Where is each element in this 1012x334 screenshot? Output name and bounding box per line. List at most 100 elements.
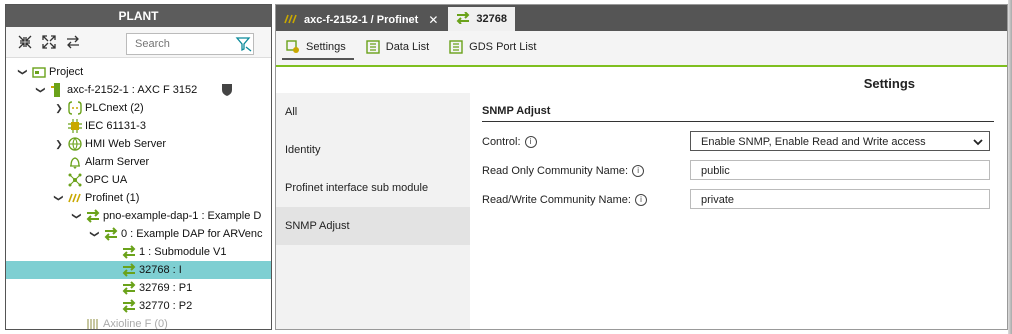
tree-node-label: 1 : Submodule V1 (139, 246, 227, 258)
chevron-down-icon[interactable] (973, 132, 983, 159)
tree-node-label: 0 : Example DAP for ARVenc (121, 228, 263, 240)
device-arrows-icon (86, 209, 100, 223)
tree-node-label: OPC UA (85, 174, 128, 186)
tree-node-label: Alarm Server (85, 156, 150, 168)
collapse-all-icon[interactable] (16, 33, 34, 51)
tab-settings[interactable]: Settings (282, 36, 354, 60)
tab-data-list[interactable]: Data List (362, 36, 437, 60)
device-arrows-icon (122, 245, 136, 259)
doc-tab-label: 32768 (476, 13, 507, 25)
close-icon[interactable]: ✕ (428, 13, 438, 27)
tree-node-label: Profinet (1) (85, 192, 140, 204)
device-arrows-icon (104, 227, 118, 241)
list-icon (449, 40, 463, 54)
chevron-down-icon[interactable]: ❯ (50, 193, 68, 203)
controller-icon (50, 83, 64, 97)
settings-gear-icon (286, 40, 300, 54)
tree-node[interactable]: Axioline F (0) (6, 315, 271, 330)
plant-panel-title: PLANT (6, 5, 271, 27)
filter-icon[interactable] (235, 35, 253, 53)
control-select-value: Enable SNMP, Enable Read and Write acces… (701, 136, 926, 148)
chip-icon (68, 119, 82, 133)
page-title: Settings (863, 76, 915, 91)
tree-node-label: Axioline F (0) (103, 318, 168, 330)
device-arrows-icon (122, 299, 136, 313)
tree-node[interactable]: ❯ Project (6, 63, 271, 81)
network-icon (68, 173, 82, 187)
control-select[interactable]: Enable SNMP, Enable Read and Write acces… (690, 131, 990, 151)
settings-form: SNMP Adjust Control: i Enable SNMP, Enab… (482, 105, 994, 215)
doc-tab-label: axc-f-2152-1 / Profinet (304, 14, 419, 26)
tree-node-label: axc-f-2152-1 : AXC F 3152 (67, 84, 198, 96)
profinet-icon (68, 191, 82, 205)
tree-node[interactable]: 1 : Submodule V1 (6, 243, 271, 261)
window-edge (1008, 0, 1012, 334)
tab-gds-port-list[interactable]: GDS Port List (445, 36, 544, 60)
doc-tab-32768[interactable]: 32768 (448, 7, 515, 31)
info-icon[interactable]: i (524, 136, 537, 148)
chevron-down-icon[interactable]: ❯ (68, 211, 86, 221)
category-list: All Identity Profinet interface sub modu… (276, 93, 470, 329)
device-arrows-icon (122, 281, 136, 295)
globe-icon (68, 137, 82, 151)
editor-panel: axc-f-2152-1 / Profinet ✕ 32768 Settings… (275, 4, 1008, 330)
tree-node[interactable]: 32768 : I (6, 261, 271, 279)
view-tabs: Settings Data List GDS Port List (276, 31, 1007, 67)
tree-node-label: Project (49, 66, 84, 78)
tree-node-label: 32769 : P1 (139, 282, 193, 294)
doc-tab-profinet[interactable]: axc-f-2152-1 / Profinet ✕ (276, 9, 446, 31)
chevron-right-icon[interactable]: ❯ (54, 135, 64, 153)
plant-panel: PLANT ❯Project❯axc-f-2152-1 : AXC F 3152… (5, 4, 272, 330)
chevron-down-icon[interactable]: ❯ (86, 229, 104, 239)
tree-node[interactable]: IEC 61131-3 (6, 117, 271, 135)
tree-node[interactable]: 32769 : P1 (6, 279, 271, 297)
profinet-icon (284, 14, 298, 27)
tree-node[interactable]: ❯ pno-example-dap-1 : Example D (6, 207, 271, 225)
tree-node-label: 32768 : I (139, 264, 182, 276)
plant-search-box[interactable] (126, 33, 254, 55)
tree-node[interactable]: ❯ Profinet (1) (6, 189, 271, 207)
read-write-community-label: Read/Write Community Name: (482, 194, 631, 206)
swap-arrows-icon[interactable] (64, 33, 82, 51)
tree-node-label: PLCnext (2) (85, 102, 144, 114)
tab-label: Settings (306, 41, 346, 53)
tree-node[interactable]: 32770 : P2 (6, 297, 271, 315)
axioline-icon (86, 317, 100, 329)
info-icon[interactable]: i (632, 165, 645, 177)
category-all[interactable]: All (276, 93, 470, 131)
expand-all-icon[interactable] (40, 33, 58, 51)
shield-icon (221, 83, 235, 97)
tab-label: GDS Port List (469, 41, 537, 53)
tree-node[interactable]: ❯ PLCnext (2) (6, 99, 271, 117)
tree-node-label: HMI Web Server (85, 138, 167, 150)
category-identity[interactable]: Identity (276, 131, 470, 169)
info-icon[interactable]: i (634, 194, 647, 206)
category-snmp-adjust[interactable]: SNMP Adjust (276, 207, 470, 245)
chevron-down-icon[interactable]: ❯ (32, 85, 50, 95)
read-write-community-input[interactable]: private (690, 189, 990, 209)
list-icon (366, 40, 380, 54)
project-icon (32, 65, 46, 79)
read-only-community-input[interactable]: public (690, 160, 990, 180)
plant-tree: ❯ Project ❯ axc-f-2152-1 : AXC F 3152 ❯ PLCne… (6, 63, 271, 330)
read-write-community-row: Read/Write Community Name: i private (482, 186, 994, 215)
tree-node-label: pno-example-dap-1 : Example D (103, 210, 262, 222)
document-tabs: axc-f-2152-1 / Profinet ✕ 32768 (276, 5, 1007, 31)
chevron-down-icon[interactable]: ❯ (14, 67, 32, 77)
tree-node[interactable]: ❯ axc-f-2152-1 : AXC F 3152 (6, 81, 271, 99)
search-input[interactable] (127, 37, 229, 51)
tree-node[interactable]: Alarm Server (6, 153, 271, 171)
tree-node-label: IEC 61131-3 (85, 120, 146, 132)
read-only-community-row: Read Only Community Name: i public (482, 157, 994, 186)
tree-node[interactable]: ❯ HMI Web Server (6, 135, 271, 153)
control-row: Control: i Enable SNMP, Enable Read and … (482, 128, 994, 157)
tree-node-label: 32770 : P2 (139, 300, 193, 312)
tree-node[interactable]: OPC UA (6, 171, 271, 189)
tab-label: Data List (385, 41, 430, 53)
chevron-right-icon[interactable]: ❯ (54, 99, 64, 117)
tree-node[interactable]: ❯ 0 : Example DAP for ARVenc (6, 225, 271, 243)
bell-icon (68, 155, 82, 169)
control-label: Control: (482, 136, 521, 148)
plcnext-icon (68, 101, 82, 115)
category-profinet-interface-sub-module[interactable]: Profinet interface sub module (276, 169, 470, 207)
